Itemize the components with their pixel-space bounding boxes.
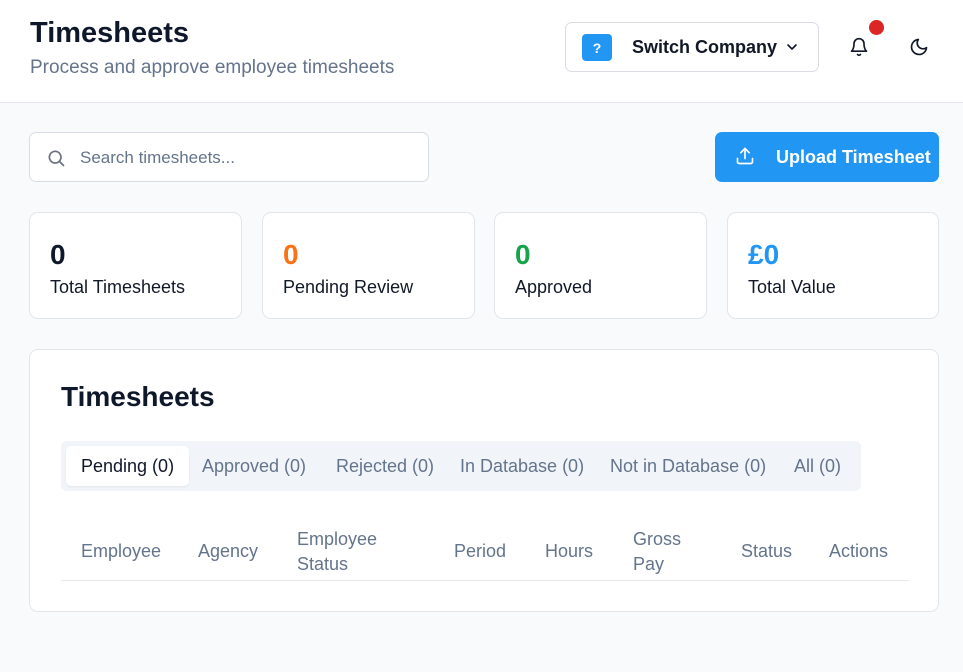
- tab-approved[interactable]: Approved (0): [202, 446, 306, 486]
- stat-value: 0: [283, 239, 299, 270]
- column-header-line: Employee: [297, 529, 378, 549]
- column-header-gross-pay[interactable]: Gross Pay: [633, 527, 681, 577]
- company-badge: ?: [582, 34, 612, 61]
- column-header-line: Gross: [633, 529, 682, 549]
- tab-pending[interactable]: Pending (0): [66, 446, 190, 486]
- search-icon: [48, 150, 65, 167]
- column-header-employee[interactable]: Employee: [81, 539, 161, 564]
- notifications-button[interactable]: [844, 32, 874, 62]
- tab-in-database[interactable]: In Database (0): [460, 446, 584, 486]
- upload-icon: [736, 147, 754, 165]
- column-header-employee-status[interactable]: Employee Status: [297, 527, 377, 577]
- stat-label: Approved: [515, 277, 593, 297]
- timesheets-card: Timesheets Pending (0) Approved (0) Reje…: [29, 349, 939, 612]
- stat-card-pending-review: 0 Pending Review: [262, 212, 475, 319]
- stat-card-approved: 0 Approved: [494, 212, 707, 319]
- stat-label: Total Timesheets: [50, 277, 186, 297]
- upload-timesheet-label: Upload Timesheet: [776, 147, 931, 167]
- switch-company-label: Switch Company: [632, 37, 778, 57]
- stat-value: 0: [50, 239, 66, 270]
- switch-company-dropdown[interactable]: ? Switch Company: [565, 22, 819, 72]
- stat-value: 0: [515, 239, 531, 270]
- card-title: Timesheets: [61, 381, 215, 412]
- column-header-line: Status: [297, 554, 349, 574]
- page-subtitle: Process and approve employee timesheets: [30, 57, 395, 78]
- stat-label: Pending Review: [283, 277, 414, 297]
- column-header-status[interactable]: Status: [741, 539, 792, 564]
- column-header-agency[interactable]: Agency: [198, 539, 258, 564]
- search-box: [29, 132, 429, 182]
- tab-rejected[interactable]: Rejected (0): [336, 446, 434, 486]
- stat-card-total-timesheets: 0 Total Timesheets: [29, 212, 242, 319]
- stat-value: £0: [748, 239, 780, 270]
- column-header-hours[interactable]: Hours: [545, 539, 593, 564]
- table-header-divider: [61, 580, 909, 581]
- column-header-actions: Actions: [829, 541, 889, 561]
- chevron-down-icon: [787, 44, 797, 50]
- bell-icon: [850, 37, 868, 57]
- stat-label: Total Value: [748, 277, 836, 297]
- stat-card-total-value: £0 Total Value: [727, 212, 939, 319]
- status-tabs: Pending (0) Approved (0) Rejected (0) In…: [61, 441, 861, 491]
- tab-not-in-database[interactable]: Not in Database (0): [610, 446, 766, 486]
- column-header-period[interactable]: Period: [454, 539, 506, 564]
- column-header-line: Pay: [633, 554, 665, 574]
- moon-icon: [910, 38, 928, 56]
- page-title: Timesheets: [30, 17, 190, 49]
- notification-dot: [869, 20, 884, 35]
- search-input[interactable]: [80, 141, 420, 175]
- page-header: Timesheets Process and approve employee …: [0, 0, 963, 103]
- tab-all[interactable]: All (0): [794, 446, 841, 486]
- theme-toggle-button[interactable]: [904, 32, 934, 62]
- upload-timesheet-button[interactable]: Upload Timesheet: [715, 132, 939, 182]
